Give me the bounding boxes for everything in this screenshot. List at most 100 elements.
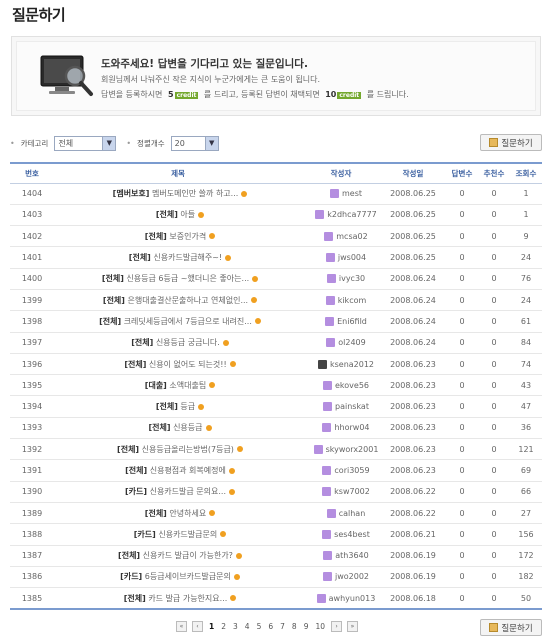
cell-author[interactable]: cori3059 xyxy=(302,460,380,481)
author-name[interactable]: painskat xyxy=(335,402,369,411)
question-title-link[interactable]: 등급 xyxy=(180,402,195,411)
cell-author[interactable]: k2dhca7777 xyxy=(302,204,380,225)
question-title-link[interactable]: 신용등급 xyxy=(173,423,202,432)
table-row[interactable]: 1397 [전체] 신용등급 궁금니다. ol2409 2008.06.24 0 0 84 xyxy=(10,332,542,354)
question-title-link[interactable]: 카드 발급 가능한지요... xyxy=(148,594,227,603)
author-name[interactable]: ksena2012 xyxy=(330,360,374,369)
table-row[interactable]: 1393 [전체] 신용등급 hhorw04 2008.06.23 0 0 36 xyxy=(10,417,542,439)
table-row[interactable]: 1386 [카드] 6등급세이브카드발급문의 jwo2002 2008.06.19 0 0… xyxy=(10,566,542,588)
cell-title[interactable]: [전체] 신용카드 발급이 가능한가? xyxy=(54,545,302,566)
author-name[interactable]: skyworx2001 xyxy=(326,445,379,454)
question-title-link[interactable]: 멤버도메인만 쓸까 하고... xyxy=(152,189,238,198)
page-number-link[interactable]: 5 xyxy=(256,622,263,631)
table-row[interactable]: 1385 [전체] 카드 발급 가능한지요... awhyun013 2008.06.… xyxy=(10,588,542,609)
cell-title[interactable]: [전체] 등급 xyxy=(54,396,302,417)
prev-page-button[interactable]: ‹ xyxy=(192,621,203,632)
cell-title[interactable]: [전체] 아들 xyxy=(54,204,302,225)
cell-author[interactable]: ses4best xyxy=(302,524,380,545)
cell-author[interactable]: kikcom xyxy=(302,289,380,310)
question-title-link[interactable]: 신용이 없어도 되는것!! xyxy=(149,360,227,369)
cell-title[interactable]: [전체] 안녕하세요 xyxy=(54,502,302,523)
cell-author[interactable]: jwo2002 xyxy=(302,566,380,587)
page-number-link[interactable]: 1 xyxy=(208,622,215,631)
cell-title[interactable]: [전체] 카드 발급 가능한지요... xyxy=(54,588,302,609)
author-name[interactable]: hhorw04 xyxy=(334,423,369,432)
table-row[interactable]: 1392 [전체] 신용등급올리는방법(7등급) skyworx2001 2008.0… xyxy=(10,439,542,460)
author-name[interactable]: cori3059 xyxy=(334,466,369,475)
cell-title[interactable]: [카드] 신용카드발급문의 xyxy=(54,524,302,545)
table-row[interactable]: 1396 [전체] 신용이 없어도 되는것!! ksena2012 2008.06.2… xyxy=(10,353,542,375)
author-name[interactable]: jwo2002 xyxy=(335,572,369,581)
cell-title[interactable]: [전체] 신용등급 궁금니다. xyxy=(54,332,302,353)
ask-question-button-bottom[interactable]: 질문하기 xyxy=(480,619,542,636)
cell-author[interactable]: painskat xyxy=(302,396,380,417)
page-number-link[interactable]: 3 xyxy=(232,622,239,631)
cell-author[interactable]: ivyc30 xyxy=(302,268,380,289)
page-number-link[interactable]: 6 xyxy=(267,622,274,631)
page-number-link[interactable]: 4 xyxy=(244,622,251,631)
author-name[interactable]: ol2409 xyxy=(338,338,365,347)
header-author[interactable]: 작성자 xyxy=(302,162,380,184)
author-name[interactable]: Eni6fild xyxy=(337,317,367,326)
next-page-button[interactable]: › xyxy=(331,621,343,632)
cell-title[interactable]: [전체] 신용평점과 회복예정에 xyxy=(54,460,302,481)
cell-author[interactable]: jws004 xyxy=(302,247,380,268)
last-page-button[interactable]: » xyxy=(347,621,359,632)
table-row[interactable]: 1395 [대출] 소액대출팁 ekove56 2008.06.23 0 0 43 xyxy=(10,375,542,396)
question-title-link[interactable]: 신용카드발급해주~! xyxy=(153,253,222,262)
cell-title[interactable]: [전체] 크레딧세등급에서 7등급으로 내려진... xyxy=(54,311,302,332)
question-title-link[interactable]: 신용카드 발급이 가능한가? xyxy=(143,551,233,560)
page-number-link[interactable]: 7 xyxy=(279,622,286,631)
author-name[interactable]: mcsa02 xyxy=(336,232,367,241)
header-date[interactable]: 작성일 xyxy=(380,162,446,184)
table-row[interactable]: 1391 [전체] 신용평점과 회복예정에 cori3059 2008.06.23 0 0… xyxy=(10,460,542,482)
question-title-link[interactable]: 신용등급올리는방법(7등급) xyxy=(142,445,234,454)
table-row[interactable]: 1404 [멤버보호] 멤버도메인만 쓸까 하고... mest 2008.06.25… xyxy=(10,183,542,205)
cell-author[interactable]: hhorw04 xyxy=(302,417,380,438)
question-title-link[interactable]: 신용등급 궁금니다. xyxy=(156,338,220,347)
header-no[interactable]: 번호 xyxy=(10,162,54,184)
table-row[interactable]: 1398 [전체] 크레딧세등급에서 7등급으로 내려진... Eni6fild 20… xyxy=(10,311,542,333)
category-select[interactable]: 전체 ▼ xyxy=(54,135,117,151)
table-row[interactable]: 1400 [전체] 신용등급 6등급 ~했더니은 좋아는... ivyc30 2008… xyxy=(10,268,542,290)
question-title-link[interactable]: 아들 xyxy=(180,210,195,219)
cell-author[interactable]: calhan xyxy=(302,502,380,523)
header-recommend[interactable]: 추천수 xyxy=(478,162,510,184)
author-name[interactable]: ivyc30 xyxy=(339,274,365,283)
table-row[interactable]: 1390 [카드] 신용카드발급 문의요... ksw7002 2008.06.22 0… xyxy=(10,481,542,503)
question-title-link[interactable]: 6등급세이브카드발급문의 xyxy=(145,572,231,581)
table-row[interactable]: 1401 [전체] 신용카드발급해주~! jws004 2008.06.25 0 0 24 xyxy=(10,247,542,269)
author-name[interactable]: ath3640 xyxy=(335,551,368,560)
page-number-link[interactable]: 10 xyxy=(314,622,326,631)
cell-title[interactable]: [멤버보호] 멤버도메인만 쓸까 하고... xyxy=(54,183,302,204)
header-views[interactable]: 조회수 xyxy=(510,162,542,184)
author-name[interactable]: ekove56 xyxy=(335,381,369,390)
cell-author[interactable]: awhyun013 xyxy=(302,588,380,609)
header-title[interactable]: 제목 xyxy=(54,162,302,184)
cell-author[interactable]: Eni6fild xyxy=(302,311,380,332)
table-row[interactable]: 1399 [전체] 은행대출결산문출하나고 연체없인... kikcom 2008.0… xyxy=(10,289,542,311)
question-title-link[interactable]: 보증인가격 xyxy=(169,232,206,241)
table-row[interactable]: 1403 [전체] 아들 k2dhca7777 2008.06.25 0 0 1 xyxy=(10,204,542,226)
count-select[interactable]: 20 ▼ xyxy=(170,135,219,151)
author-name[interactable]: awhyun013 xyxy=(329,594,376,603)
cell-title[interactable]: [전체] 신용등급올리는방법(7등급) xyxy=(54,439,302,460)
cell-author[interactable]: ath3640 xyxy=(302,545,380,566)
question-title-link[interactable]: 신용카드발급 문의요... xyxy=(150,487,226,496)
cell-title[interactable]: [전체] 신용등급 xyxy=(54,417,302,438)
page-number-link[interactable]: 9 xyxy=(303,622,310,631)
question-title-link[interactable]: 신용등급 6등급 ~했더니은 좋아는... xyxy=(126,274,249,283)
question-title-link[interactable]: 신용평점과 회복예정에 xyxy=(150,466,226,475)
cell-author[interactable]: ol2409 xyxy=(302,332,380,353)
cell-author[interactable]: ksena2012 xyxy=(302,353,380,374)
author-name[interactable]: k2dhca7777 xyxy=(327,210,377,219)
first-page-button[interactable]: « xyxy=(176,621,187,632)
cell-author[interactable]: ksw7002 xyxy=(302,481,380,502)
header-answers[interactable]: 답변수 xyxy=(446,162,478,184)
cell-author[interactable]: mest xyxy=(302,183,380,204)
author-name[interactable]: kikcom xyxy=(338,296,367,305)
chevron-down-icon[interactable]: ▼ xyxy=(204,136,218,150)
cell-title[interactable]: [전체] 신용이 없어도 되는것!! xyxy=(54,353,302,374)
cell-title[interactable]: [대출] 소액대출팁 xyxy=(54,375,302,396)
page-number-link[interactable]: 8 xyxy=(291,622,298,631)
